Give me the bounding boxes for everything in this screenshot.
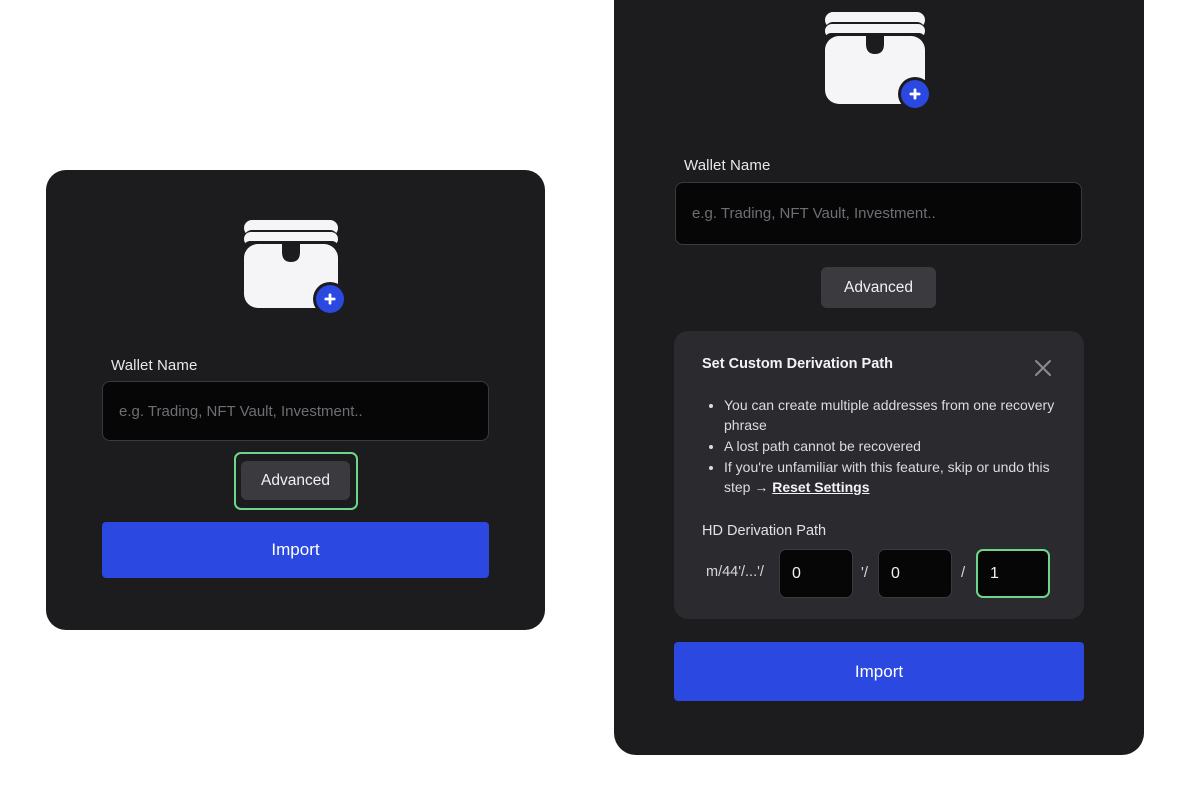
list-item: You can create multiple addresses from o…: [724, 395, 1064, 435]
custom-derivation-path-card: Set Custom Derivation Path You can creat…: [674, 331, 1084, 619]
derivation-index-input[interactable]: [976, 549, 1050, 598]
list-item: If you're unfamiliar with this feature, …: [724, 457, 1064, 497]
import-wallet-panel-collapsed: Wallet Name Advanced Import: [46, 170, 545, 630]
wallet-add-icon: [244, 220, 352, 320]
derivation-change-input[interactable]: [878, 549, 952, 598]
advanced-button[interactable]: Advanced: [241, 461, 350, 500]
wallet-add-icon: [825, 12, 933, 112]
import-button[interactable]: Import: [102, 522, 489, 578]
path-separator: /: [961, 564, 966, 581]
import-wallet-panel-expanded: Wallet Name Advanced Set Custom Derivati…: [614, 0, 1144, 755]
wallet-name-input[interactable]: [675, 182, 1082, 245]
import-button[interactable]: Import: [674, 642, 1084, 701]
reset-settings-link[interactable]: Reset Settings: [772, 479, 869, 495]
derivation-warning-list: You can create multiple addresses from o…: [704, 395, 1064, 498]
derivation-path-prefix: m/44'/...'/: [706, 564, 764, 580]
wallet-name-label: Wallet Name: [111, 357, 198, 374]
path-separator: '/: [861, 564, 869, 581]
list-item: A lost path cannot be recovered: [724, 436, 1064, 456]
close-icon[interactable]: [1031, 356, 1055, 380]
advanced-button[interactable]: Advanced: [821, 267, 936, 308]
derivation-account-input[interactable]: [779, 549, 853, 598]
derivation-card-title: Set Custom Derivation Path: [702, 356, 893, 372]
wallet-name-label: Wallet Name: [684, 157, 771, 174]
wallet-name-input[interactable]: [102, 381, 489, 441]
hd-derivation-path-label: HD Derivation Path: [702, 523, 827, 539]
